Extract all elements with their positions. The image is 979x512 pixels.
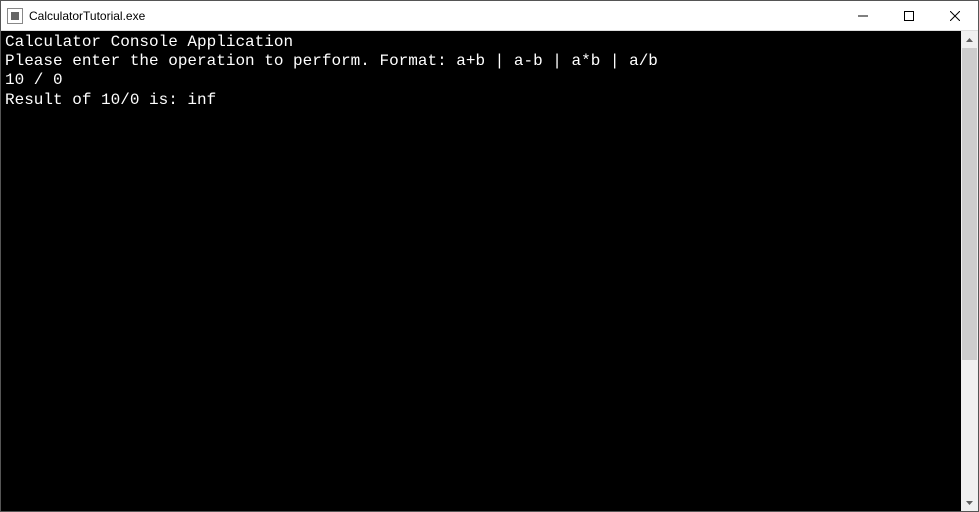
console-line: 10 / 0 [5,71,957,90]
scroll-down-arrow-icon[interactable] [961,494,978,511]
console-body: Calculator Console ApplicationPlease ent… [1,31,978,511]
console-window: CalculatorTutorial.exe Calculator Consol… [1,1,978,511]
app-icon [7,8,23,24]
console-line: Calculator Console Application [5,33,957,52]
scroll-track[interactable] [961,48,978,494]
maximize-button[interactable] [886,1,932,30]
scroll-thumb[interactable] [962,48,977,360]
console-line: Please enter the operation to perform. F… [5,52,957,71]
console-line: Result of 10/0 is: inf [5,91,957,110]
console-output[interactable]: Calculator Console ApplicationPlease ent… [1,31,961,511]
titlebar[interactable]: CalculatorTutorial.exe [1,1,978,31]
minimize-button[interactable] [840,1,886,30]
vertical-scrollbar[interactable] [961,31,978,511]
window-controls [840,1,978,30]
close-button[interactable] [932,1,978,30]
window-title: CalculatorTutorial.exe [29,9,145,23]
scroll-up-arrow-icon[interactable] [961,31,978,48]
